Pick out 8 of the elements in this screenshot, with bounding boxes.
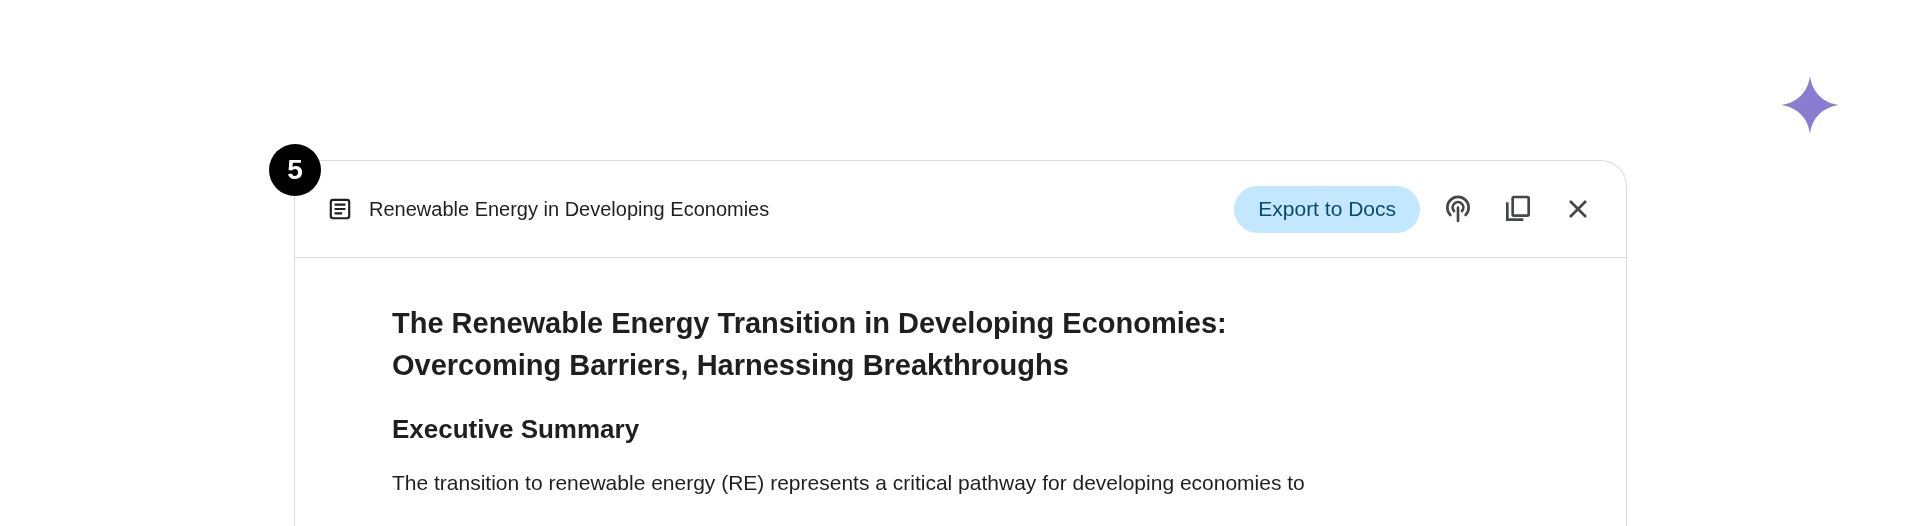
panel-title: Renewable Energy in Developing Economies [369,197,770,222]
export-button[interactable]: Export to Docs [1234,185,1420,233]
sparkle-icon [1781,76,1839,134]
paragraph: The transition to renewable energy (RE) represents a critical pathway for developing economies to [392,470,1306,497]
step-number: 5 [269,144,321,196]
section-heading: Executive Summary [392,414,641,446]
document-icon [327,196,353,222]
document-heading: The Renewable Energy Transition in Developing Economies: Overcoming Barriers, Harnessing Breakthroughs [392,306,1228,384]
